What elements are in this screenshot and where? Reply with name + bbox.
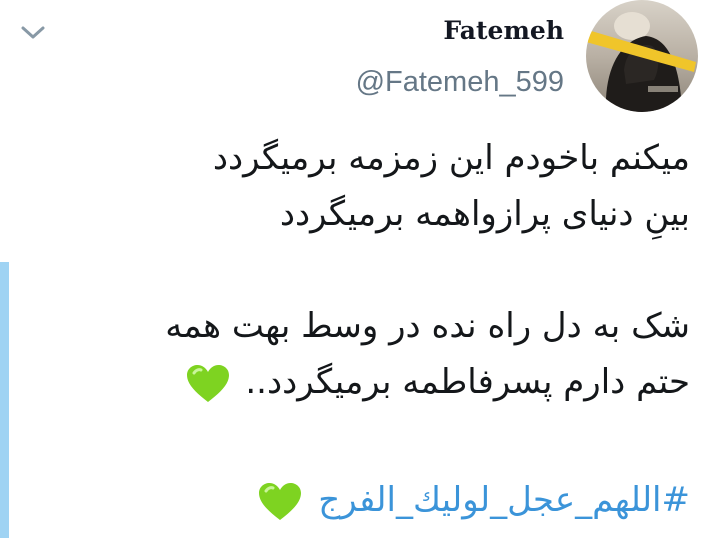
tweet-line-3: شک به دل راه نده در وسط بهت همه: [165, 306, 690, 346]
author-handle[interactable]: @Fatemeh_599: [356, 66, 564, 99]
tweet-line-2: بینِ دنیای پرازواهمه برمیگردد: [279, 194, 690, 234]
hashtag-row: #اللهم_عجل_لولیك_الفرج: [257, 472, 690, 528]
tweet-line-4-row: حتم دارم پسرفاطمه برمیگردد..: [50, 354, 690, 410]
green-heart-icon: [186, 364, 229, 402]
tweet-line-4: حتم دارم پسرفاطمه برمیگردد..: [245, 362, 690, 402]
chevron-down-icon[interactable]: [20, 24, 46, 42]
author-display-name[interactable]: Fatemeh: [443, 16, 564, 45]
tweet-line-1: میکنم باخودم این زمزمه برمیگردد: [212, 138, 690, 178]
avatar[interactable]: [586, 0, 698, 112]
hashtag-link[interactable]: #اللهم_عجل_لولیك_الفرج: [318, 480, 690, 520]
tweet-text: میکنم باخودم این زمزمه برمیگردد بینِ دنی…: [50, 130, 690, 410]
green-heart-icon: [259, 482, 302, 520]
thread-connector-line: [0, 262, 9, 538]
